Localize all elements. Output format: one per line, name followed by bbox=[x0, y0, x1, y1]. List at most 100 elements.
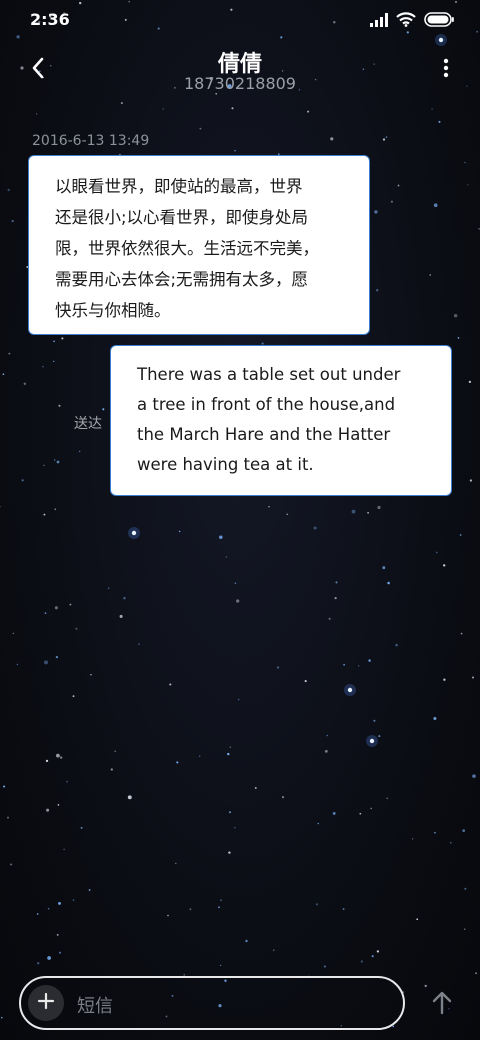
star bbox=[386, 797, 389, 800]
star bbox=[463, 928, 466, 930]
signal-icon bbox=[370, 12, 388, 31]
star bbox=[47, 907, 50, 910]
star bbox=[1, 1016, 3, 1019]
star bbox=[392, 1025, 395, 1028]
wifi-icon bbox=[396, 12, 416, 31]
star bbox=[2, 373, 5, 376]
star bbox=[43, 513, 46, 516]
star bbox=[114, 750, 117, 753]
star bbox=[169, 683, 172, 686]
star bbox=[351, 509, 356, 514]
outgoing-message-bubble[interactable]: There was a table set out under a tree i… bbox=[110, 345, 452, 496]
star bbox=[395, 643, 398, 647]
star bbox=[382, 138, 386, 141]
star bbox=[6, 816, 10, 819]
message-line: 需要用心去体会;无需拥有太多，愿 bbox=[55, 270, 309, 289]
star bbox=[433, 203, 438, 208]
star bbox=[377, 505, 381, 510]
plus-icon bbox=[37, 992, 55, 1014]
star bbox=[281, 796, 285, 799]
star bbox=[323, 965, 326, 968]
star bbox=[53, 360, 55, 363]
star bbox=[46, 808, 50, 812]
message-input[interactable]: 短信 bbox=[19, 976, 405, 1030]
star bbox=[313, 526, 317, 530]
star bbox=[370, 807, 373, 810]
star bbox=[54, 606, 58, 610]
more-vertical-icon bbox=[443, 58, 449, 82]
star bbox=[123, 597, 126, 600]
star bbox=[234, 582, 237, 584]
message-line: 还是很小;以心看世界，即使身处局 bbox=[55, 208, 309, 227]
star bbox=[342, 908, 345, 911]
message-line: the March Hare and the Hatter bbox=[137, 425, 391, 444]
star bbox=[382, 566, 386, 570]
star bbox=[434, 831, 436, 834]
star bbox=[304, 680, 307, 683]
message-line: 限，世界依然很大。生活远不完美， bbox=[55, 239, 319, 258]
status-time: 2:36 bbox=[30, 10, 70, 29]
star bbox=[119, 614, 123, 618]
star bbox=[416, 918, 419, 921]
star bbox=[23, 382, 26, 385]
star bbox=[229, 811, 231, 814]
star bbox=[61, 337, 64, 340]
star bbox=[360, 960, 364, 963]
star bbox=[102, 408, 105, 411]
star bbox=[237, 698, 240, 701]
message-line: a tree in front of the house,and bbox=[137, 395, 396, 414]
star bbox=[229, 746, 231, 748]
incoming-message-bubble[interactable]: 以眼看世界，即使站的最高，世界 还是很小;以心看世界，即使身处局 限，世界依然很… bbox=[28, 155, 370, 335]
star bbox=[397, 184, 400, 187]
star bbox=[3, 785, 6, 788]
star bbox=[198, 755, 201, 757]
star bbox=[234, 149, 236, 152]
star bbox=[0, 506, 1, 508]
star bbox=[387, 581, 390, 585]
star bbox=[57, 804, 60, 806]
send-button[interactable] bbox=[428, 990, 456, 1020]
star bbox=[429, 274, 431, 276]
star bbox=[245, 939, 248, 943]
star bbox=[469, 479, 473, 482]
star bbox=[75, 627, 78, 630]
star bbox=[218, 906, 220, 909]
star bbox=[390, 200, 393, 203]
battery-icon bbox=[424, 12, 454, 31]
add-attachment-button[interactable] bbox=[28, 985, 64, 1021]
star bbox=[178, 530, 181, 533]
input-placeholder: 短信 bbox=[77, 996, 113, 1017]
star bbox=[43, 464, 45, 466]
star bbox=[371, 955, 374, 958]
star bbox=[368, 659, 371, 662]
star bbox=[220, 964, 222, 967]
star bbox=[385, 136, 388, 138]
star bbox=[464, 887, 467, 890]
star bbox=[317, 822, 319, 825]
star bbox=[332, 811, 336, 815]
star bbox=[36, 913, 39, 915]
bright-star bbox=[347, 687, 353, 693]
status-bar: 2:36 bbox=[0, 0, 480, 40]
more-options-button[interactable] bbox=[436, 56, 456, 84]
star bbox=[431, 108, 433, 110]
message-timestamp: 2016-6-13 13:49 bbox=[32, 133, 150, 149]
star bbox=[72, 899, 75, 901]
star bbox=[219, 535, 223, 539]
star bbox=[233, 826, 236, 829]
star bbox=[120, 102, 123, 105]
delivery-status: 送达 bbox=[74, 416, 102, 432]
star bbox=[343, 663, 345, 666]
star bbox=[367, 511, 370, 514]
star bbox=[58, 951, 62, 954]
message-line: were having tea at it. bbox=[137, 455, 314, 474]
arrow-up-icon bbox=[431, 991, 453, 1019]
star bbox=[315, 903, 319, 906]
star bbox=[335, 581, 338, 584]
star bbox=[42, 366, 44, 368]
star bbox=[330, 137, 334, 141]
star bbox=[56, 934, 59, 936]
star bbox=[457, 337, 460, 339]
star bbox=[443, 678, 446, 681]
star bbox=[272, 949, 275, 951]
